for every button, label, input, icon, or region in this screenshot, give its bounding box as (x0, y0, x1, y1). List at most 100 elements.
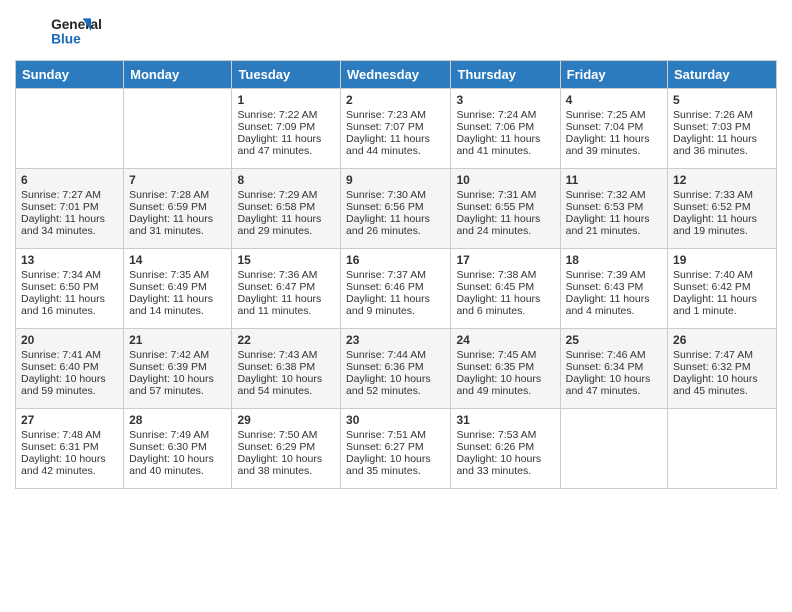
calendar-cell: 28 Sunrise: 7:49 AM Sunset: 6:30 PM Dayl… (124, 409, 232, 489)
day-of-week-header: Thursday (451, 61, 560, 89)
calendar-cell (16, 89, 124, 169)
day-number: 12 (673, 173, 771, 187)
sunrise-text: Sunrise: 7:28 AM (129, 189, 209, 201)
daylight-text: Daylight: 11 hours and 44 minutes. (346, 133, 430, 157)
day-number: 31 (456, 413, 554, 427)
calendar-cell: 27 Sunrise: 7:48 AM Sunset: 6:31 PM Dayl… (16, 409, 124, 489)
day-number: 16 (346, 253, 445, 267)
daylight-text: Daylight: 11 hours and 16 minutes. (21, 293, 105, 317)
calendar-cell: 13 Sunrise: 7:34 AM Sunset: 6:50 PM Dayl… (16, 249, 124, 329)
calendar-cell: 14 Sunrise: 7:35 AM Sunset: 6:49 PM Dayl… (124, 249, 232, 329)
day-of-week-header: Saturday (668, 61, 777, 89)
sunset-text: Sunset: 6:45 PM (456, 281, 534, 293)
daylight-text: Daylight: 10 hours and 40 minutes. (129, 453, 214, 477)
day-number: 22 (237, 333, 335, 347)
sunrise-text: Sunrise: 7:53 AM (456, 429, 536, 441)
calendar-week-row: 27 Sunrise: 7:48 AM Sunset: 6:31 PM Dayl… (16, 409, 777, 489)
sunset-text: Sunset: 6:29 PM (237, 441, 315, 453)
sunrise-text: Sunrise: 7:45 AM (456, 349, 536, 361)
day-number: 7 (129, 173, 226, 187)
calendar-cell: 10 Sunrise: 7:31 AM Sunset: 6:55 PM Dayl… (451, 169, 560, 249)
calendar-cell: 3 Sunrise: 7:24 AM Sunset: 7:06 PM Dayli… (451, 89, 560, 169)
calendar-cell: 30 Sunrise: 7:51 AM Sunset: 6:27 PM Dayl… (341, 409, 451, 489)
page-header: General Blue (15, 10, 777, 52)
sunrise-text: Sunrise: 7:35 AM (129, 269, 209, 281)
day-of-week-header: Tuesday (232, 61, 341, 89)
sunset-text: Sunset: 6:59 PM (129, 201, 207, 213)
sunrise-text: Sunrise: 7:46 AM (566, 349, 646, 361)
sunrise-text: Sunrise: 7:33 AM (673, 189, 753, 201)
daylight-text: Daylight: 10 hours and 35 minutes. (346, 453, 431, 477)
day-of-week-header: Monday (124, 61, 232, 89)
sunset-text: Sunset: 7:06 PM (456, 121, 534, 133)
sunrise-text: Sunrise: 7:30 AM (346, 189, 426, 201)
sunset-text: Sunset: 6:55 PM (456, 201, 534, 213)
sunset-text: Sunset: 6:43 PM (566, 281, 644, 293)
sunset-text: Sunset: 7:09 PM (237, 121, 315, 133)
sunrise-text: Sunrise: 7:24 AM (456, 109, 536, 121)
daylight-text: Daylight: 11 hours and 29 minutes. (237, 213, 321, 237)
calendar-cell: 12 Sunrise: 7:33 AM Sunset: 6:52 PM Dayl… (668, 169, 777, 249)
sunset-text: Sunset: 6:27 PM (346, 441, 424, 453)
calendar-cell (668, 409, 777, 489)
day-number: 6 (21, 173, 118, 187)
sunrise-text: Sunrise: 7:26 AM (673, 109, 753, 121)
daylight-text: Daylight: 11 hours and 24 minutes. (456, 213, 540, 237)
sunrise-text: Sunrise: 7:34 AM (21, 269, 101, 281)
day-number: 23 (346, 333, 445, 347)
calendar-table: SundayMondayTuesdayWednesdayThursdayFrid… (15, 60, 777, 489)
sunset-text: Sunset: 6:50 PM (21, 281, 99, 293)
daylight-text: Daylight: 10 hours and 49 minutes. (456, 373, 541, 397)
calendar-cell: 25 Sunrise: 7:46 AM Sunset: 6:34 PM Dayl… (560, 329, 667, 409)
day-of-week-header: Sunday (16, 61, 124, 89)
sunrise-text: Sunrise: 7:38 AM (456, 269, 536, 281)
day-number: 28 (129, 413, 226, 427)
day-of-week-header: Friday (560, 61, 667, 89)
day-number: 18 (566, 253, 662, 267)
sunrise-text: Sunrise: 7:48 AM (21, 429, 101, 441)
sunset-text: Sunset: 6:32 PM (673, 361, 751, 373)
day-number: 4 (566, 93, 662, 107)
sunrise-text: Sunrise: 7:47 AM (673, 349, 753, 361)
daylight-text: Daylight: 11 hours and 14 minutes. (129, 293, 213, 317)
day-number: 25 (566, 333, 662, 347)
sunrise-text: Sunrise: 7:51 AM (346, 429, 426, 441)
daylight-text: Daylight: 11 hours and 11 minutes. (237, 293, 321, 317)
day-number: 26 (673, 333, 771, 347)
day-number: 20 (21, 333, 118, 347)
sunset-text: Sunset: 6:40 PM (21, 361, 99, 373)
day-number: 10 (456, 173, 554, 187)
calendar-cell: 8 Sunrise: 7:29 AM Sunset: 6:58 PM Dayli… (232, 169, 341, 249)
sunset-text: Sunset: 6:30 PM (129, 441, 207, 453)
sunrise-text: Sunrise: 7:25 AM (566, 109, 646, 121)
calendar-cell: 24 Sunrise: 7:45 AM Sunset: 6:35 PM Dayl… (451, 329, 560, 409)
calendar-week-row: 20 Sunrise: 7:41 AM Sunset: 6:40 PM Dayl… (16, 329, 777, 409)
day-number: 15 (237, 253, 335, 267)
calendar-cell: 21 Sunrise: 7:42 AM Sunset: 6:39 PM Dayl… (124, 329, 232, 409)
sunrise-text: Sunrise: 7:23 AM (346, 109, 426, 121)
daylight-text: Daylight: 10 hours and 52 minutes. (346, 373, 431, 397)
calendar-cell: 15 Sunrise: 7:36 AM Sunset: 6:47 PM Dayl… (232, 249, 341, 329)
sunset-text: Sunset: 6:38 PM (237, 361, 315, 373)
daylight-text: Daylight: 11 hours and 4 minutes. (566, 293, 650, 317)
sunset-text: Sunset: 6:42 PM (673, 281, 751, 293)
daylight-text: Daylight: 10 hours and 47 minutes. (566, 373, 651, 397)
sunset-text: Sunset: 6:26 PM (456, 441, 534, 453)
calendar-week-row: 6 Sunrise: 7:27 AM Sunset: 7:01 PM Dayli… (16, 169, 777, 249)
daylight-text: Daylight: 10 hours and 54 minutes. (237, 373, 322, 397)
logo-icon: General Blue (15, 10, 125, 52)
sunset-text: Sunset: 6:35 PM (456, 361, 534, 373)
calendar-cell: 31 Sunrise: 7:53 AM Sunset: 6:26 PM Dayl… (451, 409, 560, 489)
day-number: 2 (346, 93, 445, 107)
day-number: 9 (346, 173, 445, 187)
calendar-cell: 7 Sunrise: 7:28 AM Sunset: 6:59 PM Dayli… (124, 169, 232, 249)
calendar-week-row: 1 Sunrise: 7:22 AM Sunset: 7:09 PM Dayli… (16, 89, 777, 169)
calendar-cell: 29 Sunrise: 7:50 AM Sunset: 6:29 PM Dayl… (232, 409, 341, 489)
calendar-header-row: SundayMondayTuesdayWednesdayThursdayFrid… (16, 61, 777, 89)
sunset-text: Sunset: 6:52 PM (673, 201, 751, 213)
sunset-text: Sunset: 6:47 PM (237, 281, 315, 293)
daylight-text: Daylight: 11 hours and 26 minutes. (346, 213, 430, 237)
day-number: 8 (237, 173, 335, 187)
calendar-cell: 18 Sunrise: 7:39 AM Sunset: 6:43 PM Dayl… (560, 249, 667, 329)
calendar-cell: 22 Sunrise: 7:43 AM Sunset: 6:38 PM Dayl… (232, 329, 341, 409)
